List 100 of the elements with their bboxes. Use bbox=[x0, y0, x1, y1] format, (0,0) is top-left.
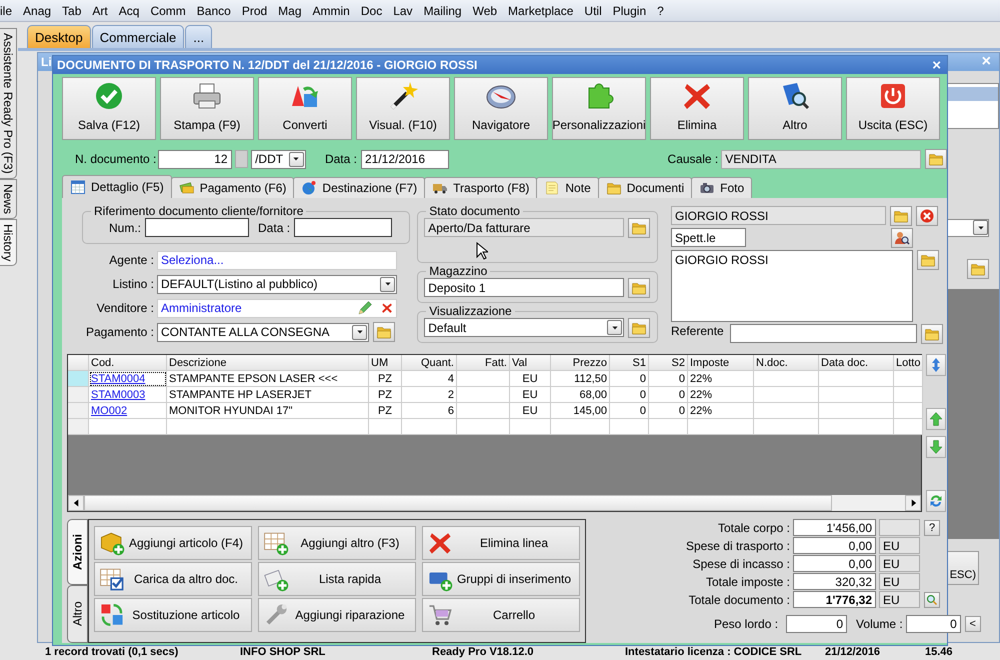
pencil-icon[interactable] bbox=[357, 300, 373, 316]
action-button[interactable]: Gruppi di inserimento bbox=[422, 562, 580, 596]
salutation-field[interactable]: Spett.le bbox=[671, 228, 746, 247]
menu-item[interactable]: Anag bbox=[23, 4, 52, 18]
column-header[interactable]: Val bbox=[510, 355, 551, 371]
menu-item[interactable]: Util bbox=[584, 4, 602, 18]
column-header[interactable]: Prezzo bbox=[551, 355, 610, 371]
row-header[interactable] bbox=[68, 403, 89, 419]
weight-field[interactable]: 0 bbox=[786, 614, 848, 632]
menu-item[interactable]: ? bbox=[657, 4, 664, 18]
side-tab[interactable]: Assistente Ready Pro (F3) bbox=[0, 28, 17, 179]
payment-select[interactable]: CONTANTE ALLA CONSEGNA bbox=[157, 322, 369, 342]
agent-field[interactable]: Seleziona... bbox=[157, 250, 397, 270]
dropdown[interactable] bbox=[947, 219, 989, 237]
folder-button[interactable] bbox=[921, 324, 943, 344]
menu-item[interactable]: Plugin bbox=[612, 4, 646, 18]
toolbar-button[interactable]: Uscita (ESC) bbox=[846, 77, 940, 140]
spin-box[interactable] bbox=[234, 150, 248, 168]
document-number-field[interactable]: 12 bbox=[158, 150, 232, 168]
scroll-right-button[interactable] bbox=[905, 495, 921, 511]
toolbar-button[interactable]: Salva (F12) bbox=[62, 77, 156, 140]
column-header[interactable]: Descrizione bbox=[167, 355, 369, 371]
volume-field[interactable]: 0 bbox=[906, 614, 961, 632]
action-button[interactable]: Elimina linea bbox=[422, 526, 580, 560]
move-up-button[interactable] bbox=[926, 408, 946, 430]
code-link[interactable]: STAM0004 bbox=[89, 371, 167, 387]
column-header[interactable]: S2 bbox=[649, 355, 688, 371]
tab[interactable]: Documenti bbox=[598, 177, 692, 198]
seller-field[interactable]: Amministratore bbox=[157, 298, 397, 318]
column-header[interactable]: Lotto bbox=[894, 355, 923, 371]
refresh-button[interactable] bbox=[926, 490, 946, 512]
workspace-tab[interactable]: ... bbox=[185, 25, 212, 48]
side-tab[interactable]: Azioni bbox=[67, 519, 88, 585]
menu-item[interactable]: Prod bbox=[242, 4, 268, 18]
number-field[interactable] bbox=[145, 218, 250, 237]
menu-item[interactable]: Web bbox=[472, 4, 498, 18]
contact-field[interactable] bbox=[730, 324, 917, 343]
help-button[interactable]: ? bbox=[924, 520, 940, 536]
sort-button[interactable] bbox=[926, 354, 946, 376]
column-header[interactable]: UM bbox=[369, 355, 402, 371]
toolbar-button[interactable]: Personalizzazioni bbox=[552, 77, 646, 140]
menu-item[interactable]: Ammin bbox=[312, 4, 350, 18]
row-header[interactable] bbox=[68, 387, 89, 403]
move-down-button[interactable] bbox=[926, 436, 946, 458]
reason-field[interactable]: VENDITA bbox=[721, 150, 921, 168]
action-button[interactable]: Aggiungi articolo (F4) bbox=[94, 526, 252, 560]
action-button[interactable]: Sostituzione articolo bbox=[94, 598, 252, 632]
price-list-select[interactable]: DEFAULT(Listino al pubblico) bbox=[157, 274, 397, 294]
action-button[interactable]: Aggiungi altro (F3) bbox=[258, 526, 416, 560]
address-field[interactable]: GIORGIO ROSSI bbox=[671, 250, 913, 322]
side-tab[interactable]: News bbox=[0, 178, 17, 219]
exit-button[interactable]: ESC) bbox=[946, 551, 979, 585]
tab[interactable]: Trasporto (F8) bbox=[424, 177, 538, 198]
search-button[interactable] bbox=[891, 228, 913, 248]
view-select[interactable]: Default bbox=[424, 318, 624, 337]
toolbar-button[interactable]: Visual. (F10) bbox=[356, 77, 450, 140]
menu-item[interactable]: Banco bbox=[196, 4, 231, 18]
menu-item[interactable]: Marketplace bbox=[508, 4, 574, 18]
menu-item[interactable]: ile bbox=[0, 4, 12, 18]
folder-button[interactable] bbox=[925, 149, 947, 169]
status-field[interactable]: Aperto/Da fatturare bbox=[424, 218, 624, 237]
tab[interactable]: Note bbox=[536, 177, 599, 198]
warehouse-field[interactable]: Deposito 1 bbox=[424, 278, 624, 297]
folder-button[interactable] bbox=[628, 318, 650, 338]
code-link[interactable]: MO002 bbox=[89, 403, 167, 419]
date-field[interactable] bbox=[294, 218, 392, 237]
column-header[interactable]: N.doc. bbox=[754, 355, 819, 371]
series-select[interactable]: /DDT bbox=[251, 150, 306, 168]
delete-icon[interactable] bbox=[381, 302, 393, 314]
scroll-left-button[interactable] bbox=[68, 495, 84, 511]
action-button[interactable]: Carrello bbox=[422, 598, 580, 632]
workspace-tab[interactable]: Commerciale bbox=[92, 25, 184, 48]
row-header[interactable] bbox=[68, 419, 89, 435]
tab[interactable]: Pagamento (F6) bbox=[170, 177, 294, 198]
menu-item[interactable]: Doc bbox=[360, 4, 382, 18]
column-header[interactable]: S1 bbox=[610, 355, 649, 371]
column-header[interactable]: Quant. bbox=[402, 355, 457, 371]
tab[interactable]: Destinazione (F7) bbox=[293, 177, 426, 198]
side-tab[interactable]: History bbox=[0, 218, 17, 266]
workspace-tab[interactable]: Desktop bbox=[27, 25, 91, 48]
action-button[interactable]: Carica da altro doc. bbox=[94, 562, 252, 596]
column-header[interactable]: Imposte bbox=[688, 355, 754, 371]
code-link[interactable]: STAM0003 bbox=[89, 387, 167, 403]
folder-button[interactable] bbox=[628, 218, 650, 238]
customer-name-field[interactable]: GIORGIO ROSSI bbox=[671, 206, 886, 225]
menu-item[interactable]: Comm bbox=[150, 4, 186, 18]
toolbar-button[interactable]: Stampa (F9) bbox=[160, 77, 254, 140]
menu-item[interactable]: Mag bbox=[278, 4, 302, 18]
menu-item[interactable]: Tab bbox=[62, 4, 82, 18]
toolbar-button[interactable]: Altro bbox=[748, 77, 842, 140]
list-box[interactable] bbox=[947, 83, 999, 129]
column-header[interactable]: Data doc. bbox=[819, 355, 894, 371]
remove-button[interactable] bbox=[916, 206, 938, 226]
side-tab[interactable]: Altro bbox=[67, 585, 88, 643]
toolbar-button[interactable]: Elimina bbox=[650, 77, 744, 140]
close-button[interactable]: × bbox=[932, 56, 941, 74]
zoom-button[interactable] bbox=[924, 592, 940, 608]
menu-item[interactable]: Acq bbox=[118, 4, 140, 18]
folder-button[interactable] bbox=[628, 278, 650, 298]
tab[interactable]: Foto bbox=[691, 177, 752, 198]
